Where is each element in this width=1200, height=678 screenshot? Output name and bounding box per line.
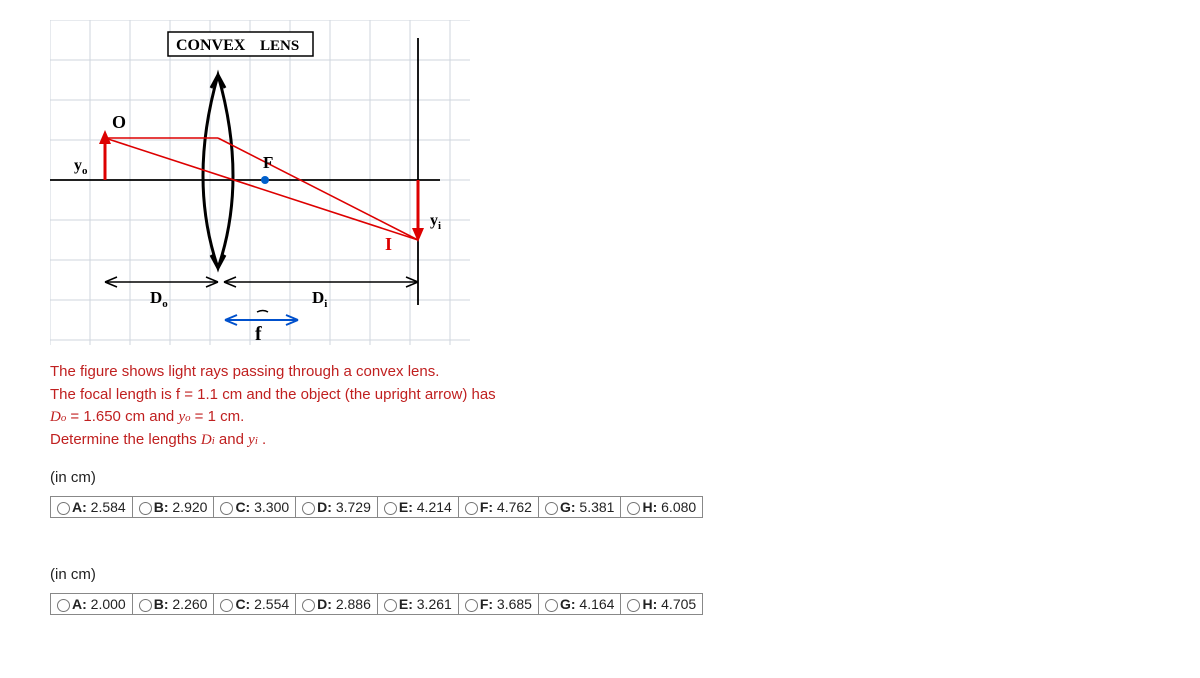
label-O: O bbox=[112, 112, 126, 132]
radio-q2-B[interactable] bbox=[139, 599, 152, 612]
q-f-value: 1.1 bbox=[197, 386, 218, 403]
question-text: The figure shows light rays passing thro… bbox=[50, 361, 1150, 451]
label-I: I bbox=[385, 234, 392, 254]
choice-q2-D[interactable]: D: 2.886 bbox=[296, 594, 378, 615]
choice-q1-G[interactable]: G: 5.381 bbox=[538, 497, 621, 518]
lens-diagram: CONVEX LENS O yo I yi bbox=[50, 20, 470, 349]
radio-q2-C[interactable] bbox=[220, 599, 233, 612]
q-Do: D bbox=[50, 409, 61, 425]
choices-row-1: A: 2.584B: 2.920C: 3.300D: 3.729E: 4.214… bbox=[50, 496, 703, 518]
choice-q2-H[interactable]: H: 4.705 bbox=[621, 594, 703, 615]
choice-q1-D[interactable]: D: 3.729 bbox=[296, 497, 378, 518]
radio-q2-D[interactable] bbox=[302, 599, 315, 612]
q-line1: The figure shows light rays passing thro… bbox=[50, 363, 439, 380]
label-F: F bbox=[263, 153, 273, 172]
label-yi: yi bbox=[430, 212, 441, 232]
radio-q2-F[interactable] bbox=[465, 599, 478, 612]
radio-q1-C[interactable] bbox=[220, 502, 233, 515]
choice-q1-B[interactable]: B: 2.920 bbox=[132, 497, 214, 518]
unit-label-2: (in cm) bbox=[50, 566, 1150, 583]
choices-row-2: A: 2.000B: 2.260C: 2.554D: 2.886E: 3.261… bbox=[50, 593, 703, 615]
label-yo: yo bbox=[74, 157, 88, 177]
choice-q2-G[interactable]: G: 4.164 bbox=[538, 594, 621, 615]
q-line2a: The focal length is f = bbox=[50, 386, 197, 403]
choice-q2-C[interactable]: C: 2.554 bbox=[214, 594, 296, 615]
label-f: f bbox=[255, 323, 262, 345]
choice-q1-E[interactable]: E: 4.214 bbox=[377, 497, 458, 518]
choice-q2-A[interactable]: A: 2.000 bbox=[51, 594, 133, 615]
label-Di: Di bbox=[312, 288, 327, 310]
radio-q1-H[interactable] bbox=[627, 502, 640, 515]
radio-q1-B[interactable] bbox=[139, 502, 152, 515]
title-bold: CONVEX bbox=[176, 37, 246, 54]
choice-q2-F[interactable]: F: 3.685 bbox=[458, 594, 538, 615]
radio-q1-F[interactable] bbox=[465, 502, 478, 515]
choice-q2-E[interactable]: E: 3.261 bbox=[377, 594, 458, 615]
choice-q1-F[interactable]: F: 4.762 bbox=[458, 497, 538, 518]
radio-q1-A[interactable] bbox=[57, 502, 70, 515]
radio-q2-G[interactable] bbox=[545, 599, 558, 612]
radio-q2-E[interactable] bbox=[384, 599, 397, 612]
radio-q2-H[interactable] bbox=[627, 599, 640, 612]
radio-q1-D[interactable] bbox=[302, 502, 315, 515]
choice-q1-H[interactable]: H: 6.080 bbox=[621, 497, 703, 518]
radio-q1-G[interactable] bbox=[545, 502, 558, 515]
diagram-svg: CONVEX LENS O yo I yi bbox=[50, 20, 470, 345]
q-line2b: cm and the object (the upright arrow) ha… bbox=[218, 386, 496, 403]
radio-q2-A[interactable] bbox=[57, 599, 70, 612]
choice-q1-A[interactable]: A: 2.584 bbox=[51, 497, 133, 518]
label-Do: Do bbox=[150, 288, 168, 310]
title-rest: LENS bbox=[260, 38, 299, 54]
choice-q1-C[interactable]: C: 3.300 bbox=[214, 497, 296, 518]
choice-q2-B[interactable]: B: 2.260 bbox=[132, 594, 214, 615]
unit-label-1: (in cm) bbox=[50, 469, 1150, 486]
radio-q1-E[interactable] bbox=[384, 502, 397, 515]
